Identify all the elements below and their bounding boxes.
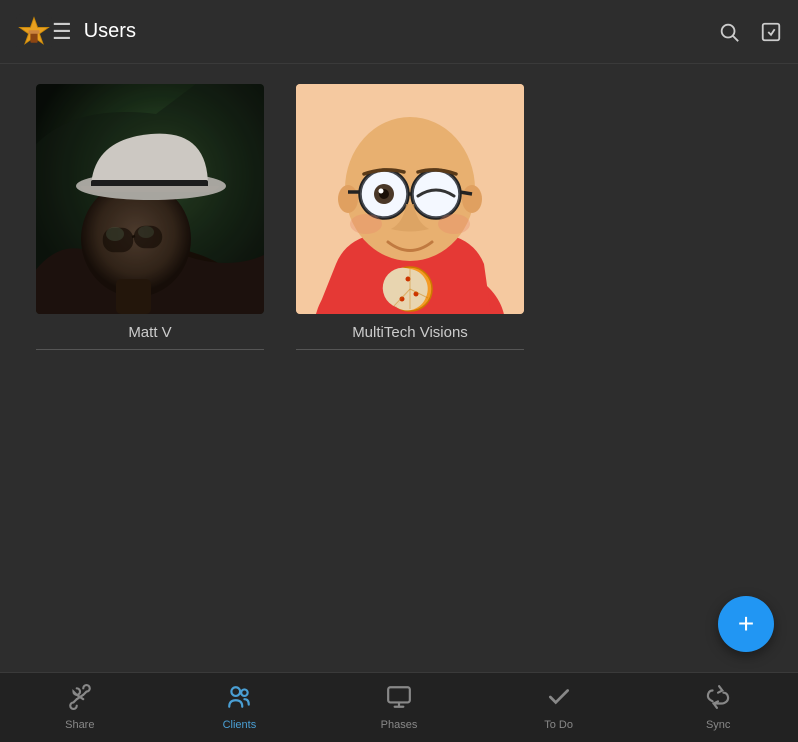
bottom-navigation: Share Clients Phases xyxy=(0,672,798,742)
user-divider-multitech xyxy=(296,349,524,350)
sync-label: Sync xyxy=(706,719,730,731)
phases-label: Phases xyxy=(381,719,418,731)
nav-item-phases[interactable]: Phases xyxy=(364,684,434,731)
avatar-matt-v xyxy=(36,84,264,314)
user-card-matt-v[interactable]: Matt V xyxy=(30,84,270,366)
app-header: ☰ Users xyxy=(0,0,798,64)
user-name-matt-v: Matt V xyxy=(128,324,171,341)
share-label: Share xyxy=(65,719,94,731)
nav-item-share[interactable]: Share xyxy=(45,684,115,731)
nav-item-sync[interactable]: Sync xyxy=(683,684,753,731)
user-divider-matt-v xyxy=(36,349,264,350)
menu-icon[interactable]: ☰ xyxy=(52,19,72,45)
add-button[interactable]: + xyxy=(718,596,774,652)
app-logo xyxy=(16,14,52,50)
todo-icon xyxy=(546,684,572,715)
page-title: Users xyxy=(84,20,718,43)
header-actions xyxy=(718,21,782,43)
phases-icon xyxy=(386,684,412,715)
nav-item-clients[interactable]: Clients xyxy=(204,684,274,731)
user-name-multitech: MultiTech Visions xyxy=(352,324,468,341)
share-icon xyxy=(67,684,93,715)
user-card-multitech[interactable]: MultiTech Visions xyxy=(290,84,530,366)
clients-label: Clients xyxy=(223,719,257,731)
users-grid: Matt V xyxy=(0,64,798,672)
sync-icon xyxy=(705,684,731,715)
search-button[interactable] xyxy=(718,21,740,43)
avatar-multitech xyxy=(296,84,524,314)
nav-item-todo[interactable]: To Do xyxy=(524,684,594,731)
todo-label: To Do xyxy=(544,719,573,731)
clients-icon xyxy=(226,684,252,715)
check-button[interactable] xyxy=(760,21,782,43)
